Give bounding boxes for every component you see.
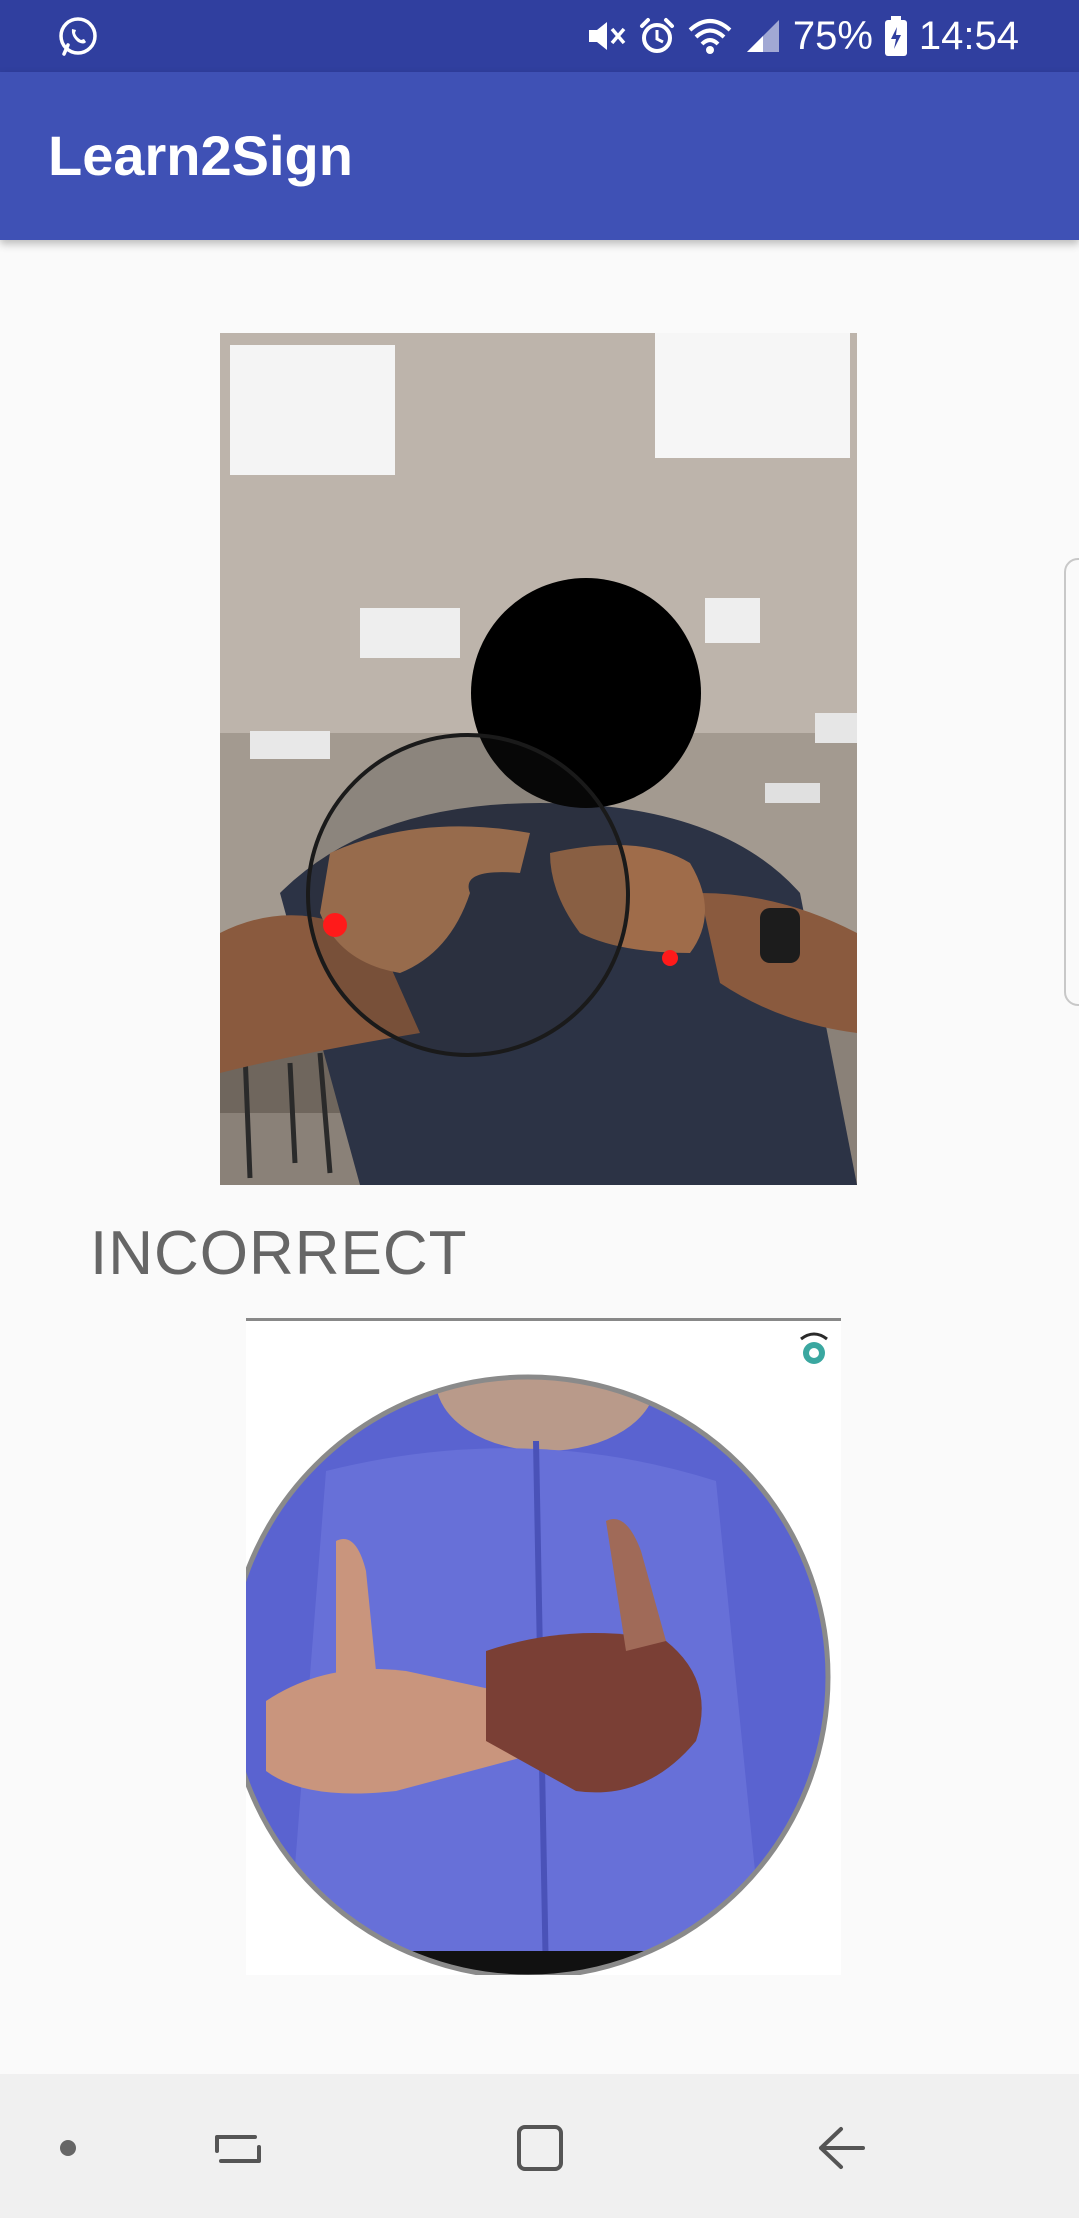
battery-percent: 75%: [792, 14, 873, 58]
clock: 14:54: [918, 14, 1019, 58]
signal-icon: [743, 16, 783, 56]
wifi-icon: [687, 16, 733, 56]
logo-icon: [795, 1329, 833, 1369]
reference-sign-image[interactable]: [246, 1318, 841, 1975]
edge-panel-handle[interactable]: [1064, 558, 1079, 1006]
whatsapp-icon: [56, 14, 100, 58]
camera-preview[interactable]: [220, 333, 857, 1185]
status-icons: 75% 14:54: [585, 10, 1019, 62]
result-label: INCORRECT: [90, 1219, 468, 1288]
app-bar: Learn2Sign: [0, 72, 1079, 240]
battery-icon: [883, 15, 909, 57]
alarm-icon: [637, 16, 677, 56]
tracking-point-left: [323, 913, 347, 937]
app-title: Learn2Sign: [48, 124, 353, 187]
dot-icon[interactable]: [38, 2118, 98, 2178]
mute-icon: [585, 16, 627, 56]
home-icon[interactable]: [510, 2118, 570, 2178]
status-bar: 75% 14:54: [0, 0, 1079, 72]
navigation-bar: [0, 2074, 1079, 2218]
back-icon[interactable]: [812, 2118, 872, 2178]
tracking-point-right: [662, 950, 678, 966]
recents-icon[interactable]: [208, 2118, 268, 2178]
